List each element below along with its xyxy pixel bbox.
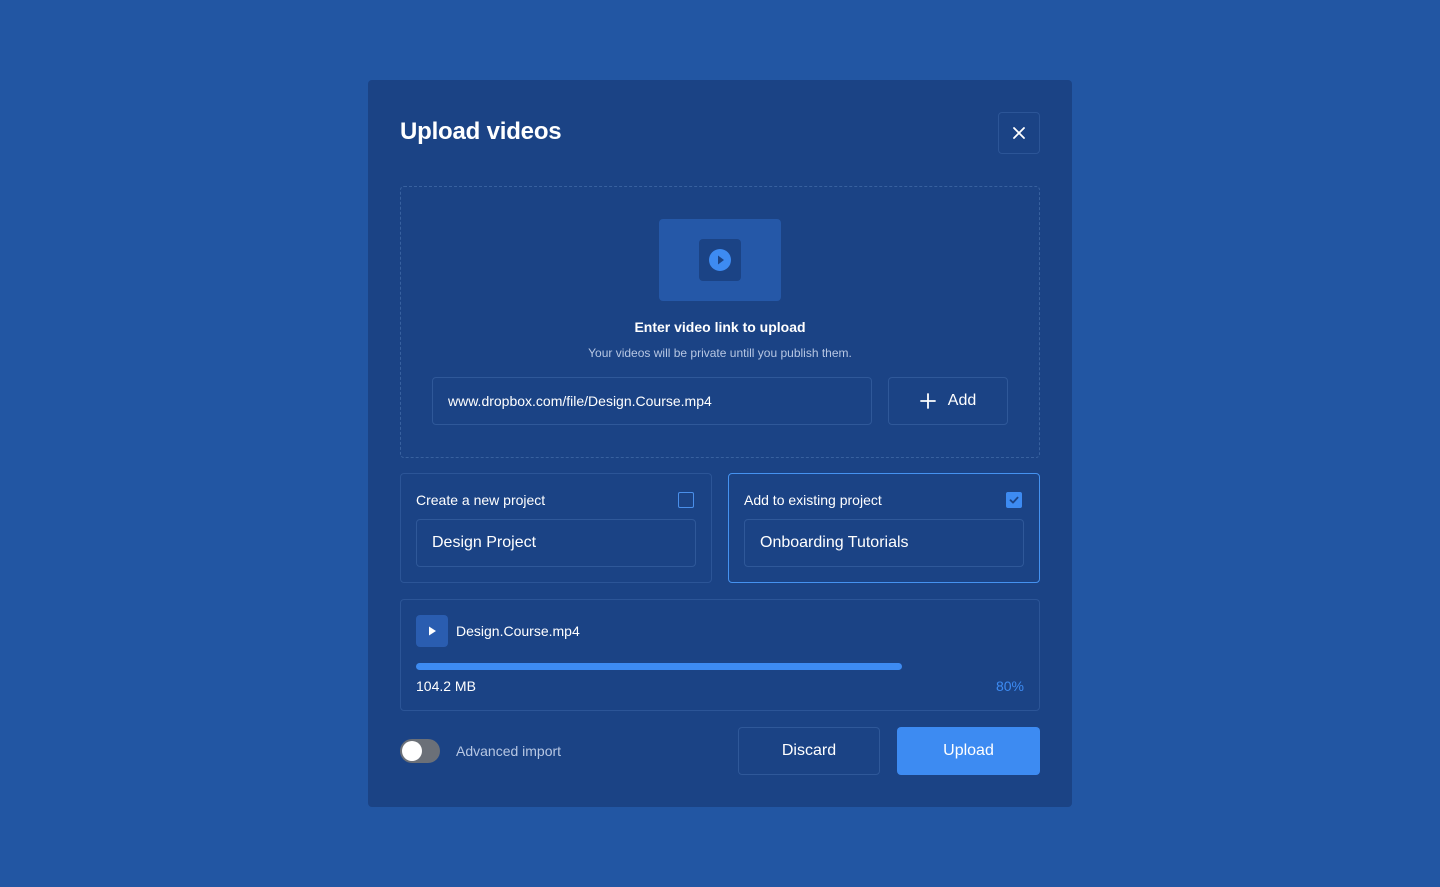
video-link-input[interactable]	[432, 377, 872, 425]
video-icon-frame	[699, 239, 741, 281]
upload-dropzone[interactable]: Enter video link to upload Your videos w…	[400, 186, 1040, 458]
add-button-label: Add	[947, 392, 977, 409]
advanced-import-label: Advanced import	[456, 743, 562, 759]
file-size: 104.2 MB	[416, 678, 476, 694]
new-project-checkbox[interactable]	[678, 492, 694, 508]
new-project-card[interactable]: Create a new project Design Project	[400, 473, 712, 583]
upload-progress-fill	[416, 663, 903, 670]
plus-icon	[919, 393, 936, 409]
existing-project-card[interactable]: Add to existing project Onboarding Tutor…	[728, 473, 1040, 583]
close-icon	[1013, 127, 1025, 139]
modal-title: Upload videos	[400, 118, 562, 145]
close-button[interactable]	[998, 112, 1040, 154]
discard-button[interactable]: Discard	[738, 727, 880, 775]
advanced-import-toggle[interactable]	[400, 739, 440, 763]
play-icon	[429, 626, 436, 636]
upload-progress-bar	[416, 663, 1024, 671]
file-play-icon-frame	[416, 615, 448, 647]
new-project-label: Create a new project	[416, 492, 546, 508]
upload-modal: Upload videos Enter video link to upload…	[368, 80, 1072, 807]
dropzone-title: Enter video link to upload	[634, 319, 806, 335]
existing-project-label: Add to existing project	[744, 492, 882, 508]
existing-project-checkbox[interactable]	[1006, 492, 1022, 508]
toggle-knob	[402, 741, 422, 761]
add-link-button[interactable]: Add	[888, 377, 1008, 425]
upload-file-item: Design.Course.mp4 104.2 MB 80%	[400, 599, 1040, 711]
existing-project-select[interactable]: Onboarding Tutorials	[744, 519, 1024, 567]
upload-percent: 80%	[995, 678, 1024, 694]
play-icon	[709, 249, 731, 271]
video-thumbnail	[659, 219, 781, 301]
file-name: Design.Course.mp4	[456, 623, 580, 639]
check-icon	[1009, 496, 1019, 504]
dropzone-subtitle: Your videos will be private untill you p…	[588, 346, 852, 360]
new-project-input[interactable]: Design Project	[416, 519, 696, 567]
upload-button[interactable]: Upload	[897, 727, 1040, 775]
